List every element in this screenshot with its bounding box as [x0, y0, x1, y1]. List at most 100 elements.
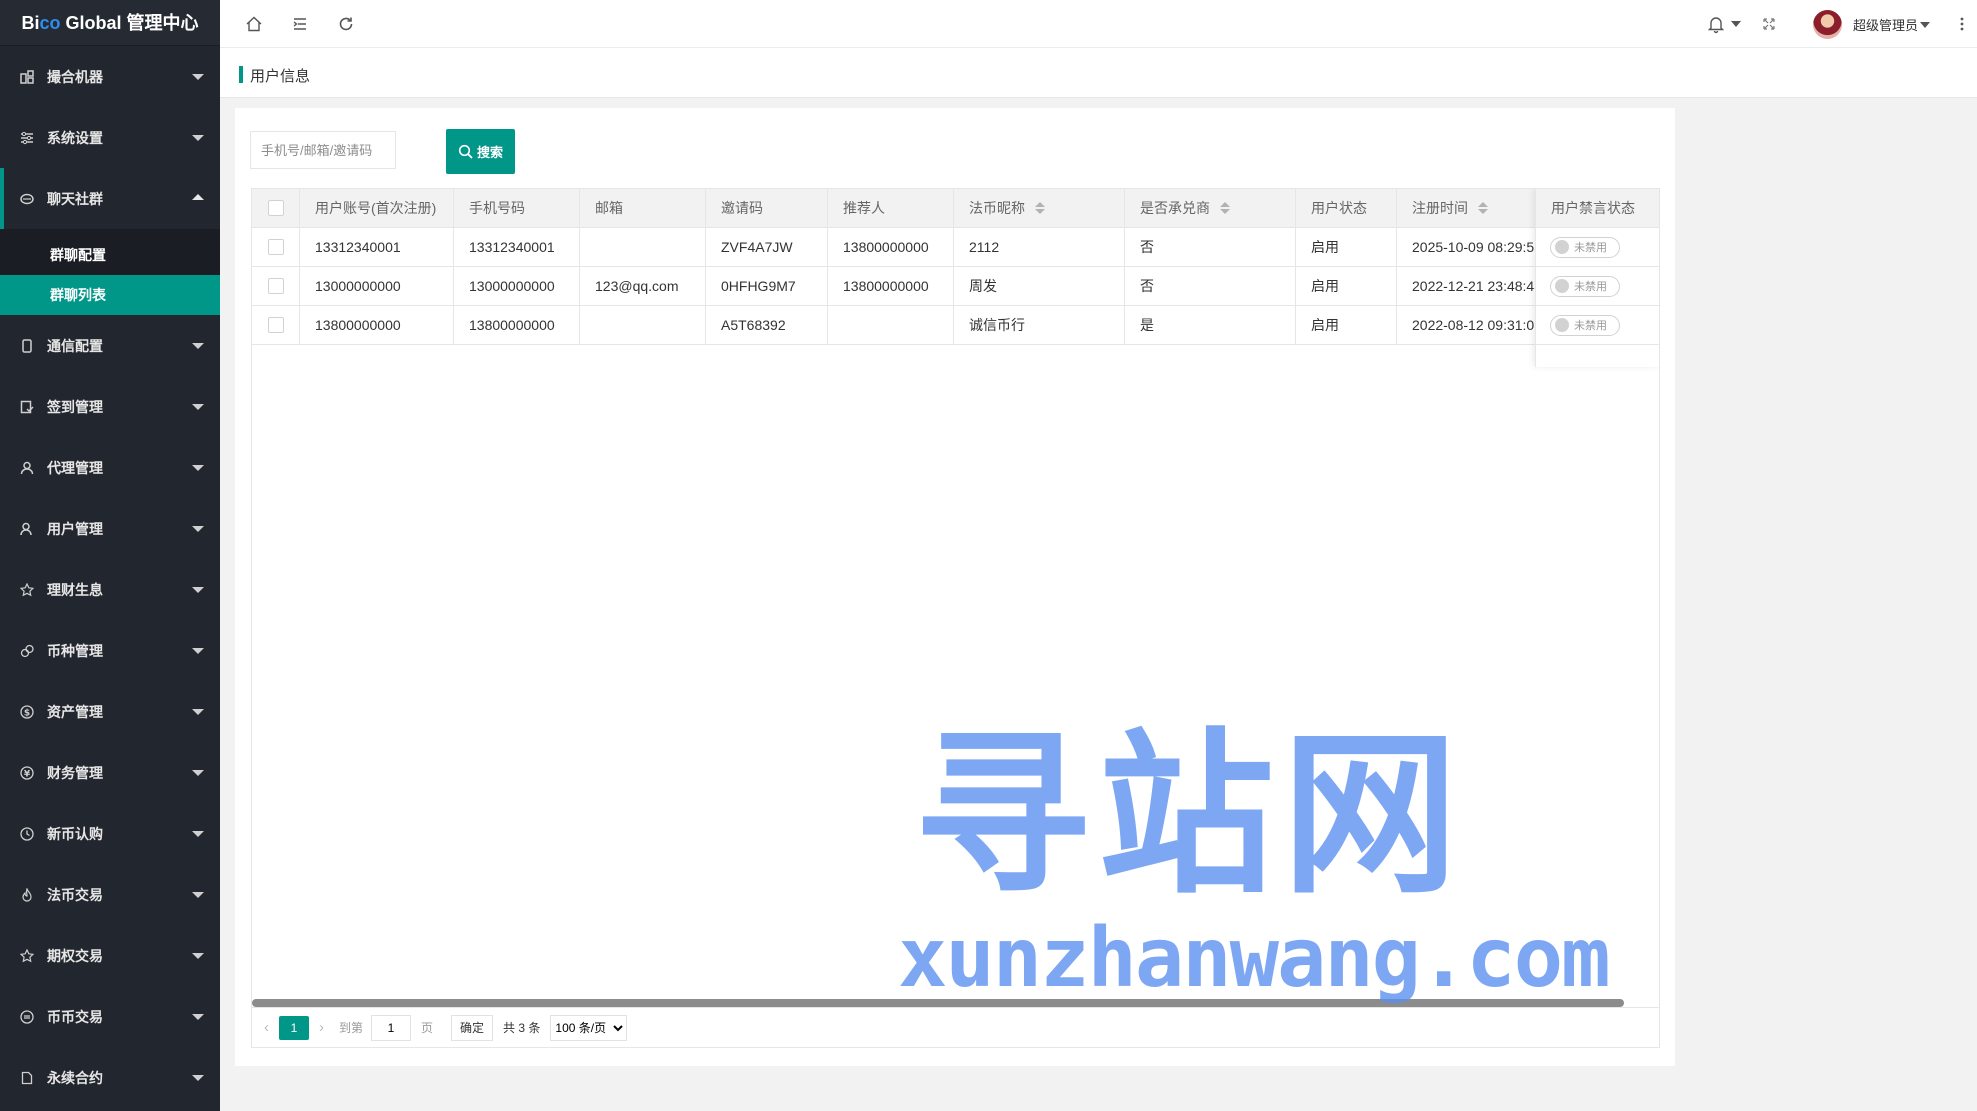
sidebar-item-new-coin[interactable]: 新币认购	[0, 803, 220, 864]
col-mute-status: 用户禁言状态	[1536, 189, 1659, 228]
user-menu[interactable]: 超级管理员	[1813, 10, 1931, 39]
cell-account: 13312340001	[300, 228, 454, 266]
cell-phone: 13312340001	[454, 228, 580, 266]
sidebar-item-currency[interactable]: 币种管理	[0, 620, 220, 681]
col-acceptor[interactable]: 是否承兑商	[1125, 189, 1296, 227]
next-page-icon[interactable]: ›	[319, 1019, 324, 1036]
chevron-down-icon	[192, 648, 204, 654]
more-options-icon[interactable]	[1950, 12, 1974, 36]
page-1-button[interactable]: 1	[279, 1015, 309, 1040]
users-icon	[20, 522, 34, 536]
total-count: 共 3 条	[503, 1021, 541, 1035]
mute-toggle[interactable]: 未禁用	[1550, 314, 1620, 336]
sidebar-item-system-settings[interactable]: 系统设置	[0, 107, 220, 168]
exchange-icon	[20, 1009, 34, 1024]
sidebar-item-chat-community[interactable]: 聊天社群	[0, 168, 220, 229]
app-logo[interactable]: Bico Global 管理中心	[0, 0, 220, 46]
page-confirm-button[interactable]: 确定	[451, 1014, 494, 1041]
sidebar-item-comm-config[interactable]: 通信配置	[0, 315, 220, 376]
sidebar-menu: 撮合机器 系统设置 聊天社群 群聊配置 群聊列表 通信配置 签到管理 代理管理 …	[0, 46, 220, 1108]
sidebar-item-perpetual[interactable]: 永续合约	[0, 1047, 220, 1108]
chevron-down-icon	[192, 892, 204, 898]
cell-acceptor: 否	[1125, 228, 1296, 266]
search-icon	[458, 144, 473, 159]
page-size-select[interactable]: 100 条/页	[550, 1014, 628, 1041]
clock-icon	[20, 826, 34, 841]
sidebar-item-label: 永续合约	[47, 1069, 103, 1086]
mute-toggle-label: 未禁用	[1574, 281, 1607, 293]
sidebar-item-assets[interactable]: $ 资产管理	[0, 681, 220, 742]
sort-icon	[1220, 202, 1230, 214]
sidebar-item-wealth[interactable]: 理财生息	[0, 559, 220, 620]
dollar-icon: $	[20, 704, 34, 719]
sidebar-item-agent[interactable]: 代理管理	[0, 437, 220, 498]
refresh-icon[interactable]	[334, 12, 358, 36]
fullscreen-icon[interactable]	[1757, 12, 1781, 36]
sidebar-item-checkin[interactable]: 签到管理	[0, 376, 220, 437]
sidebar-item-fiat-trade[interactable]: 法币交易	[0, 864, 220, 925]
sidebar-item-match-robot[interactable]: 撮合机器	[0, 46, 220, 107]
sidebar-item-label: 理财生息	[47, 581, 103, 598]
sidebar-item-finance[interactable]: ¥ 财务管理	[0, 742, 220, 803]
cell-email	[580, 228, 706, 266]
sidebar-subitem-group-list[interactable]: 群聊列表	[0, 275, 220, 315]
page-number-input[interactable]	[371, 1014, 412, 1041]
chevron-down-icon	[192, 74, 204, 80]
chat-icon	[20, 192, 34, 206]
row-checkbox[interactable]	[267, 317, 284, 333]
sidebar-item-label: 用户管理	[47, 520, 103, 537]
col-reg-time-label: 注册时间	[1412, 200, 1468, 216]
sidebar-subitem-group-config[interactable]: 群聊配置	[0, 235, 220, 275]
sidebar-item-options[interactable]: 期权交易	[0, 925, 220, 986]
cell-account: 13800000000	[300, 306, 454, 344]
sidebar-item-label: 代理管理	[47, 459, 103, 476]
col-nickname-label: 法币昵称	[969, 200, 1025, 216]
sidebar-item-users[interactable]: 用户管理	[0, 498, 220, 559]
brand-prefix: Bi	[21, 13, 40, 33]
chevron-down-icon	[192, 1075, 204, 1081]
sidebar-item-label: 系统设置	[47, 129, 103, 146]
notification-bell-icon[interactable]	[1704, 12, 1744, 36]
row-checkbox[interactable]	[267, 239, 284, 255]
cell-status: 启用	[1296, 228, 1397, 266]
select-all-checkbox[interactable]	[267, 200, 284, 216]
toggle-knob	[1555, 318, 1569, 332]
cell-referrer: 13800000000	[828, 267, 954, 305]
robot-icon	[20, 69, 34, 84]
chevron-down-icon	[192, 587, 204, 593]
col-email: 邮箱	[580, 189, 706, 227]
content-card: 搜索 用户账号(首次注册) 手机号码 邮箱 邀请码 推荐人 法币昵称 是否承兑商…	[235, 108, 1675, 1066]
document-icon	[20, 1071, 34, 1085]
row-checkbox[interactable]	[267, 278, 284, 294]
search-button[interactable]: 搜索	[446, 129, 515, 174]
col-reg-time[interactable]: 注册时间	[1397, 189, 1537, 227]
sort-icon	[1478, 202, 1488, 214]
sidebar-item-label: 新币认购	[47, 825, 103, 842]
mute-cell: 未禁用	[1536, 306, 1659, 345]
sidebar-item-label: 资产管理	[47, 703, 103, 720]
search-input[interactable]	[250, 131, 396, 169]
mute-toggle[interactable]: 未禁用	[1550, 275, 1620, 297]
chevron-down-icon	[192, 343, 204, 349]
avatar	[1813, 10, 1842, 39]
chevron-down-icon	[192, 465, 204, 471]
sidebar-item-spot[interactable]: 币币交易	[0, 986, 220, 1047]
sidebar-item-label: 期权交易	[47, 947, 103, 964]
yen-icon: ¥	[20, 765, 34, 780]
toggle-knob	[1555, 240, 1569, 254]
toggle-knob	[1555, 279, 1569, 293]
horizontal-scrollbar[interactable]	[252, 999, 1624, 1007]
cell-referrer	[828, 306, 954, 344]
mute-toggle[interactable]: 未禁用	[1550, 236, 1620, 258]
prev-page-icon[interactable]: ‹	[264, 1019, 269, 1036]
chevron-down-icon	[192, 770, 204, 776]
col-nickname[interactable]: 法币昵称	[954, 189, 1125, 227]
table-row: 13312340001 13312340001 ZVF4A7JW 1380000…	[252, 228, 1659, 267]
breadcrumb-accent	[239, 66, 243, 83]
breadcrumb: 用户信息	[220, 48, 1977, 98]
svg-text:$: $	[24, 708, 30, 718]
chevron-down-icon	[192, 1014, 204, 1020]
home-icon[interactable]	[242, 12, 266, 36]
row-select-cell	[252, 267, 300, 305]
menu-toggle-icon[interactable]	[288, 12, 312, 36]
